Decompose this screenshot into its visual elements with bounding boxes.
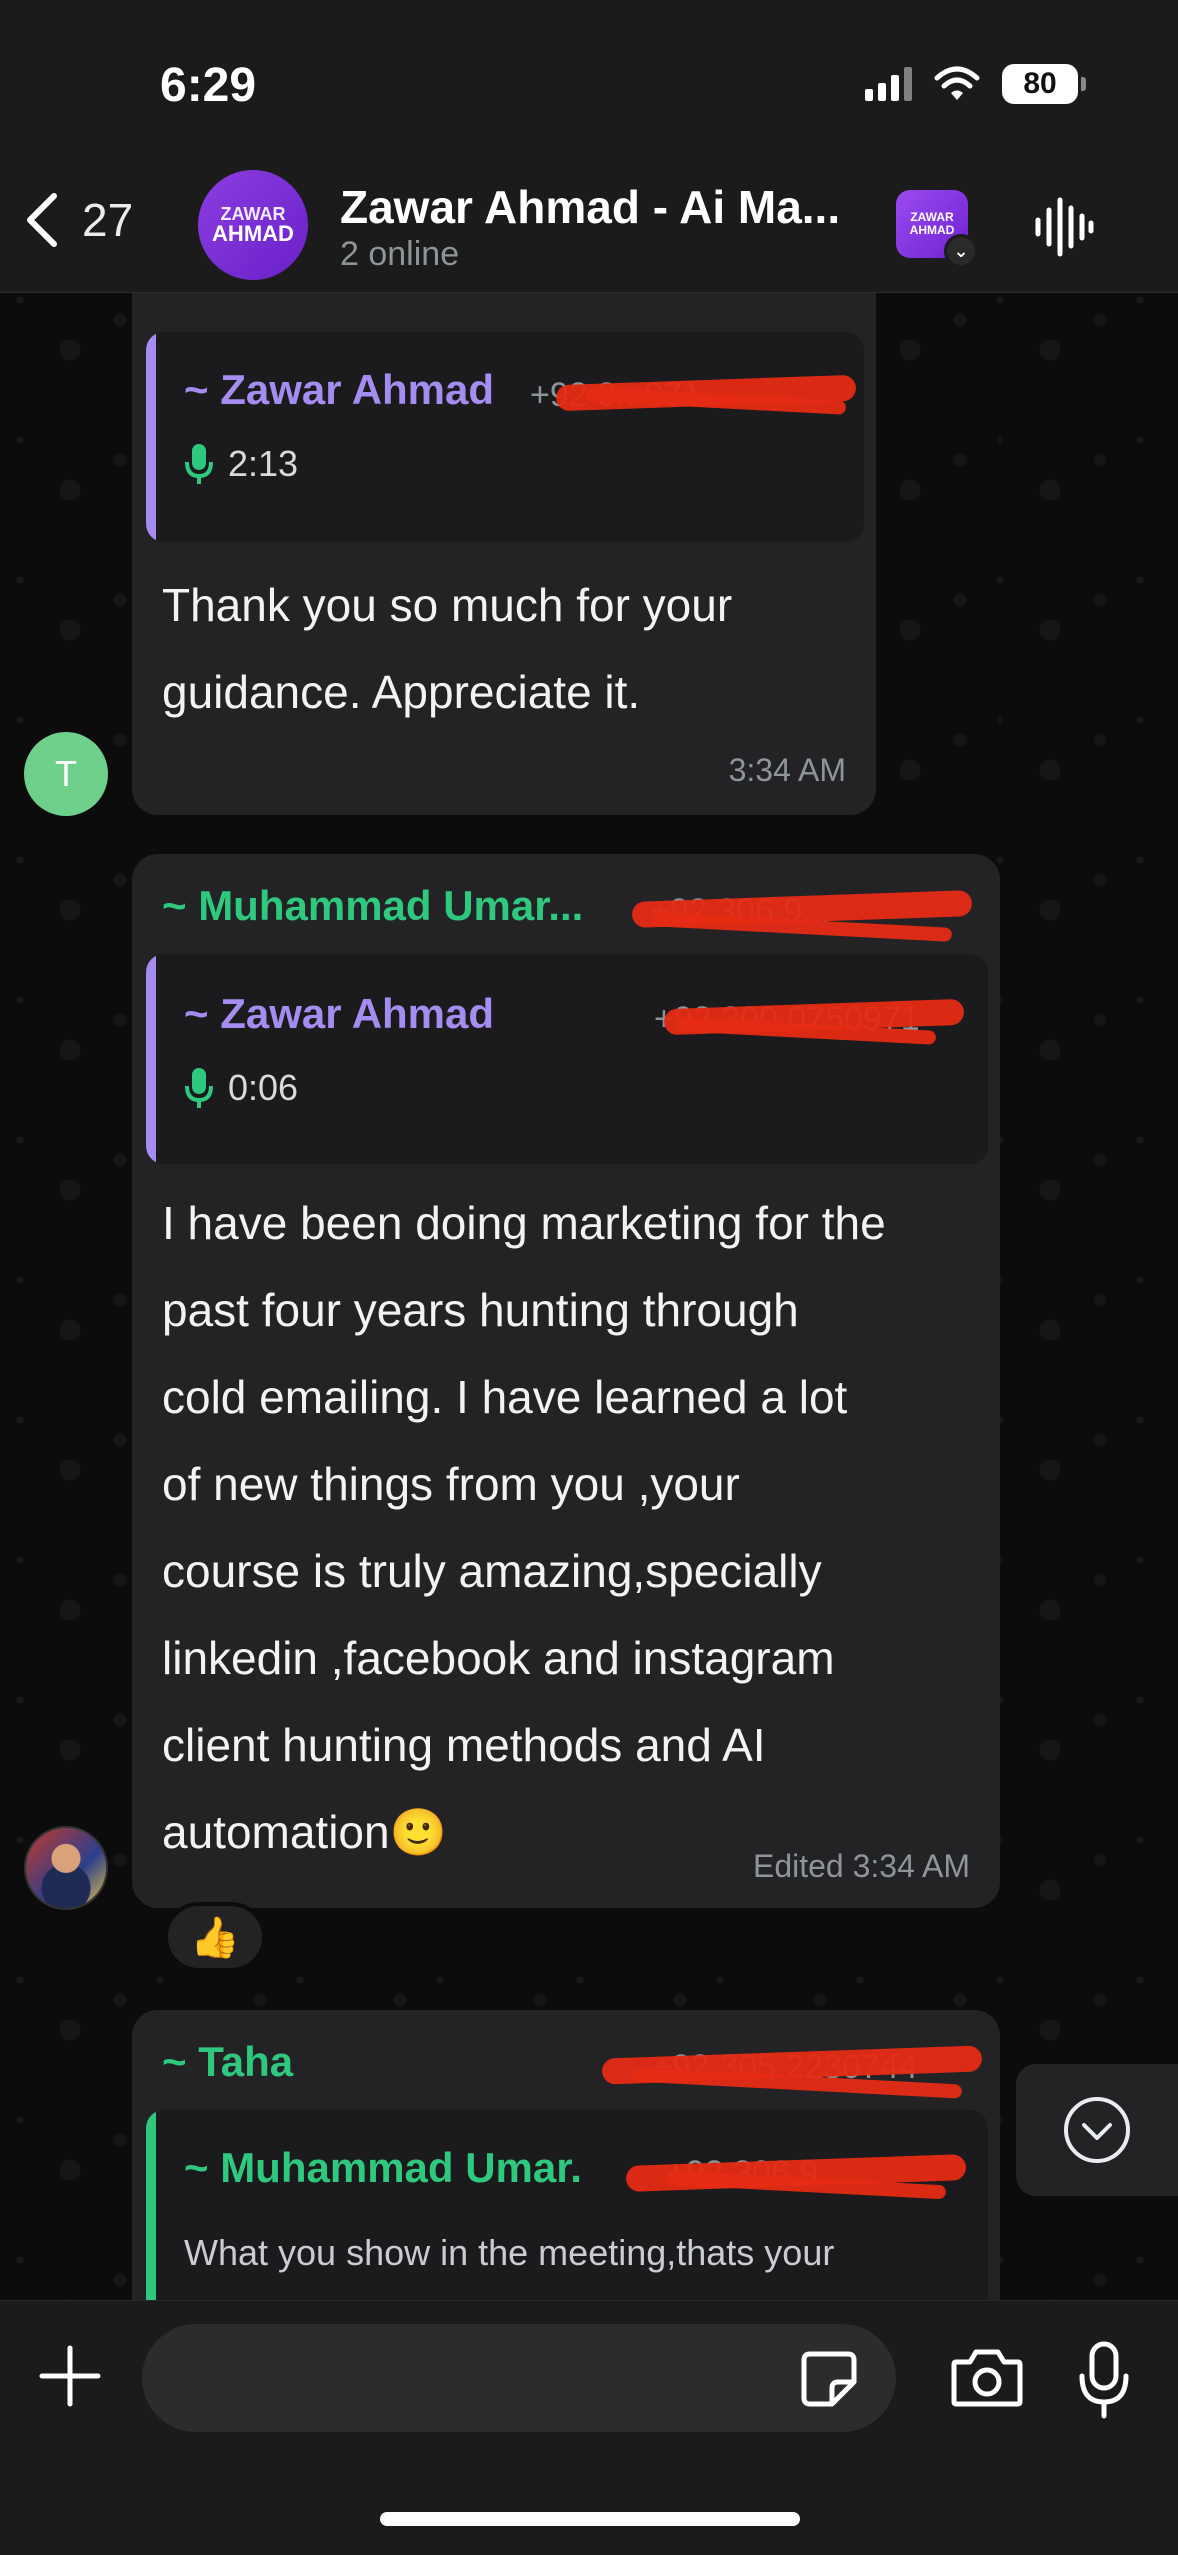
- reaction-badge[interactable]: 👍: [164, 1902, 266, 1972]
- message-line: Thank you so much for your: [162, 579, 733, 631]
- quoted-text: What you show in the meeting,thats your: [184, 2232, 835, 2273]
- message-line: I have been doing marketing for the: [162, 1197, 886, 1249]
- group-online-status: 2 online: [340, 235, 460, 273]
- wifi-icon: [934, 66, 980, 100]
- quoted-sender: ~ Muhammad Umar.: [184, 2144, 582, 2191]
- message-line: course is truly amazing,specially: [162, 1545, 822, 1597]
- message-line: client hunting methods and AI: [162, 1719, 766, 1771]
- sticker-icon[interactable]: [800, 2350, 858, 2408]
- message-input[interactable]: [142, 2324, 896, 2432]
- message-line: guidance. Appreciate it.: [162, 666, 641, 718]
- message-bubble[interactable]: ~ Muhammad Umar... +92 306 9... ~ Zawar …: [132, 854, 1000, 1908]
- chevron-down-circle-icon: [1064, 2097, 1130, 2163]
- sender-avatar[interactable]: T: [24, 732, 108, 816]
- unread-count: 27: [82, 194, 134, 246]
- message-line: linkedin ,facebook and instagram: [162, 1632, 835, 1684]
- voice-note[interactable]: 0:06: [184, 1066, 298, 1110]
- camera-icon[interactable]: [950, 2346, 1024, 2410]
- status-icons: 80: [865, 64, 1086, 104]
- message-time: 3:34 AM: [728, 752, 846, 788]
- group-title[interactable]: Zawar Ahmad - Ai Ma...: [340, 180, 840, 234]
- avatar-text-2: AHMAD: [212, 221, 294, 246]
- voice-duration: 2:13: [228, 443, 299, 484]
- message-time: Edited 3:34 AM: [752, 1848, 970, 1884]
- sender-name[interactable]: ~ Muhammad Umar...: [162, 882, 583, 930]
- sender-avatar[interactable]: [24, 1826, 108, 1910]
- microphone-icon: [185, 1068, 213, 1108]
- avatar-text-1: ZAWAR: [220, 204, 286, 224]
- message-line: cold emailing. I have learned a lot: [162, 1371, 848, 1423]
- status-time: 6:29: [160, 59, 257, 112]
- quoted-message[interactable]: ~ Zawar Ahmad +92 300 0750971 0:06: [146, 954, 988, 1164]
- message-line: of new things from you ,your: [162, 1458, 740, 1510]
- community-icon[interactable]: ZAWAR AHMAD ⌄: [896, 190, 978, 268]
- voice-note[interactable]: 2:13: [184, 442, 298, 486]
- message-bubble[interactable]: ~ Taha +92 305 2230744 ~ Muhammad Umar. …: [132, 2010, 1000, 2340]
- scroll-to-bottom-button[interactable]: [1016, 2064, 1178, 2196]
- microphone-icon: [185, 444, 213, 484]
- community-text-2: AHMAD: [909, 223, 955, 237]
- sender-name[interactable]: ~ Taha: [162, 2038, 293, 2086]
- home-indicator: [380, 2512, 800, 2526]
- group-avatar[interactable]: ZAWAR AHMAD: [198, 170, 308, 280]
- back-button[interactable]: 27: [22, 190, 133, 250]
- message-text: Thank you so much for your guidance. App…: [162, 562, 862, 736]
- cellular-signal-icon: [865, 67, 912, 101]
- message-text: I have been doing marketing for the past…: [162, 1180, 992, 1876]
- voice-duration: 0:06: [228, 1067, 299, 1108]
- chat-header: 6:29 80 27 ZAWAR AHMAD Zawar Ahmad - Ai …: [0, 0, 1178, 293]
- chevron-down-icon: ⌄: [944, 234, 978, 268]
- microphone-icon[interactable]: [1076, 2340, 1132, 2420]
- chevron-left-icon: [27, 193, 57, 247]
- attach-plus-button[interactable]: [38, 2344, 102, 2408]
- quoted-sender: ~ Zawar Ahmad: [184, 990, 495, 1037]
- quoted-sender: ~ Zawar Ahmad: [184, 366, 495, 413]
- message-line: past four years hunting through: [162, 1284, 799, 1336]
- message-bubble[interactable]: ~ Zawar Ahmad +92 3...971 2:13 Thank you…: [132, 240, 876, 815]
- battery-icon: 80: [1002, 64, 1086, 104]
- quoted-message[interactable]: ~ Zawar Ahmad +92 3...971 2:13: [146, 332, 864, 542]
- voice-chat-icon[interactable]: [1034, 196, 1094, 258]
